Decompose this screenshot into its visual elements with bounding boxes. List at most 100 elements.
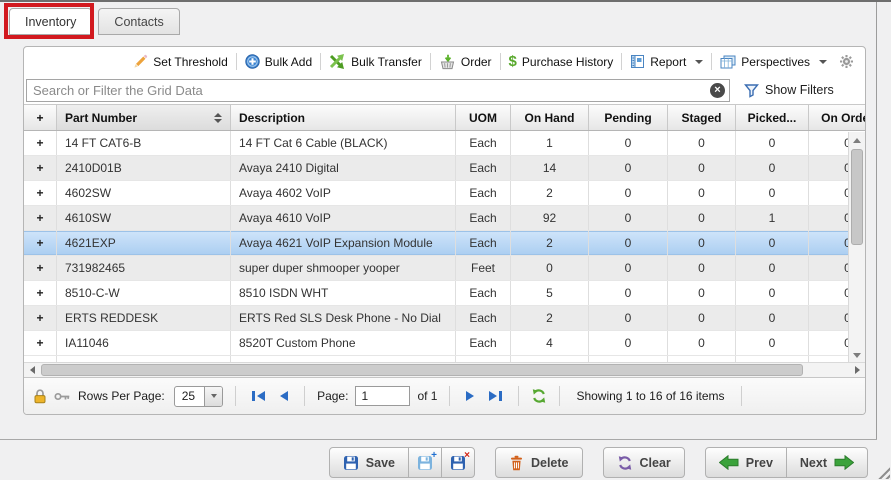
cell-picked: 0 (736, 131, 809, 155)
horizontal-scroll-thumb[interactable] (41, 364, 803, 376)
resize-grip[interactable] (875, 464, 890, 479)
cell-staged: 0 (668, 206, 736, 230)
dollar-icon: $ (509, 55, 517, 69)
column-header-staged[interactable]: Staged (668, 105, 736, 130)
next-button[interactable]: Next (786, 447, 868, 478)
scroll-left-icon[interactable] (24, 363, 40, 377)
save-cancel-button[interactable]: × (441, 447, 475, 478)
select-dropdown-icon[interactable] (204, 387, 222, 406)
prev-next-group: Prev Next (705, 447, 868, 478)
horizontal-scrollbar[interactable] (24, 362, 865, 377)
rows-per-page-value: 25 (175, 389, 204, 403)
cell-description: 8510 ISDN WHT (231, 281, 456, 305)
set-threshold-button[interactable]: Set Threshold (126, 54, 235, 69)
column-header-uom[interactable]: UOM (456, 105, 511, 130)
save-button[interactable]: Save (329, 447, 409, 478)
purchase-history-button[interactable]: $ Purchase History (502, 55, 621, 69)
cell-picked: 0 (736, 306, 809, 330)
delete-button[interactable]: Delete (495, 447, 583, 478)
pagination-separator (741, 386, 742, 406)
table-row[interactable]: + 2410D01B Avaya 2410 Digital Each 14 0 … (24, 156, 848, 181)
cell-on-hand: 92 (511, 206, 589, 230)
lock-icon[interactable] (33, 388, 47, 404)
refresh-icon[interactable] (531, 388, 547, 404)
table-row[interactable]: + IA11046 8520T Custom Phone Each 4 0 0 … (24, 331, 848, 356)
row-expand-button[interactable]: + (24, 306, 57, 330)
column-header-pending[interactable]: Pending (589, 105, 668, 130)
cell-description: ERTS Red SLS Desk Phone - No Dial (231, 306, 456, 330)
table-row[interactable]: + 4610SW Avaya 4610 VoIP Each 92 0 0 1 0 (24, 206, 848, 231)
tab-contacts[interactable]: Contacts (98, 8, 179, 35)
cell-pending: 0 (589, 281, 668, 305)
table-row[interactable]: + ERTS REDDESK ERTS Red SLS Desk Phone -… (24, 306, 848, 331)
scroll-down-icon[interactable] (849, 347, 865, 363)
grid-toolbar: Set Threshold Bulk Add Bulk Transfer Ord… (24, 47, 865, 76)
scroll-up-icon[interactable] (849, 132, 865, 148)
row-expand-button[interactable]: + (24, 281, 57, 305)
pagination-separator (449, 386, 450, 406)
vertical-scrollbar[interactable] (848, 132, 865, 363)
perspectives-button[interactable]: Perspectives (713, 55, 834, 69)
cell-staged: 0 (668, 131, 736, 155)
clear-button[interactable]: Clear (603, 447, 685, 478)
grid-settings-button[interactable] (834, 54, 859, 69)
scroll-right-icon[interactable] (849, 363, 865, 377)
bulk-transfer-button[interactable]: Bulk Transfer (322, 54, 429, 69)
save-button-group: Save + × (329, 447, 475, 478)
column-header-on-hand[interactable]: On Hand (511, 105, 589, 130)
column-header-on-order[interactable]: On Order (809, 105, 865, 130)
cell-staged: 0 (668, 306, 736, 330)
cell-on-order: 0 (809, 306, 848, 330)
tab-inventory[interactable]: Inventory (9, 8, 92, 35)
save-label: Save (366, 456, 395, 470)
save-add-button[interactable]: + (408, 447, 442, 478)
toolbar-separator (711, 53, 712, 70)
row-expand-button[interactable]: + (24, 156, 57, 180)
cell-pending: 0 (589, 331, 668, 355)
order-button[interactable]: Order (432, 54, 499, 70)
column-header-expand[interactable]: + (24, 105, 57, 130)
set-threshold-label: Set Threshold (153, 55, 228, 69)
table-row[interactable]: + 4602SW Avaya 4602 VoIP Each 2 0 0 0 0 (24, 181, 848, 206)
table-row[interactable]: + 8510-C-W 8510 ISDN WHT Each 5 0 0 0 0 (24, 281, 848, 306)
window-right-border (876, 2, 877, 440)
show-filters-button[interactable]: Show Filters (744, 83, 834, 98)
cell-description: Avaya 4610 VoIP (231, 206, 456, 230)
table-row[interactable]: + 4621EXP Avaya 4621 VoIP Expansion Modu… (24, 231, 848, 256)
bulk-add-button[interactable]: Bulk Add (238, 54, 319, 69)
table-row[interactable]: + 731982465 super duper shmooper yooper … (24, 256, 848, 281)
row-expand-button[interactable]: + (24, 256, 57, 280)
key-icon[interactable] (54, 390, 71, 403)
first-page-button[interactable] (248, 391, 269, 401)
last-page-button[interactable] (485, 391, 506, 401)
page-of-label: of 1 (417, 389, 437, 403)
search-input[interactable] (27, 83, 729, 98)
row-expand-button[interactable]: + (24, 231, 57, 255)
pagination-status: Showing 1 to 16 of 16 items (576, 389, 724, 403)
toolbar-separator (500, 53, 501, 70)
vertical-scroll-thumb[interactable] (851, 149, 863, 245)
cell-uom: Each (456, 156, 511, 180)
page-input[interactable] (355, 386, 410, 406)
table-row[interactable]: + 14 FT CAT6-B 14 FT Cat 6 Cable (BLACK)… (24, 131, 848, 156)
report-button[interactable]: Report (623, 54, 710, 69)
cell-description: super duper shmooper yooper (231, 256, 456, 280)
column-header-part-number[interactable]: Part Number (57, 105, 231, 130)
toolbar-separator (621, 53, 622, 70)
clear-search-icon[interactable]: × (710, 83, 725, 98)
column-header-picked[interactable]: Picked... (736, 105, 809, 130)
column-header-description[interactable]: Description (231, 105, 456, 130)
cell-on-order: 0 (809, 331, 848, 355)
prev-button[interactable]: Prev (705, 447, 787, 478)
cell-part-number: 14 FT CAT6-B (57, 131, 231, 155)
prev-page-button[interactable] (276, 391, 292, 401)
cell-on-order: 0 (809, 181, 848, 205)
row-expand-button[interactable]: + (24, 331, 57, 355)
cell-description: 8520T Custom Phone (231, 331, 456, 355)
next-page-button[interactable] (462, 391, 478, 401)
row-expand-button[interactable]: + (24, 131, 57, 155)
row-expand-button[interactable]: + (24, 206, 57, 230)
row-expand-button[interactable]: + (24, 181, 57, 205)
rows-per-page-select[interactable]: 25 (174, 386, 223, 407)
sort-icon[interactable] (214, 113, 222, 123)
